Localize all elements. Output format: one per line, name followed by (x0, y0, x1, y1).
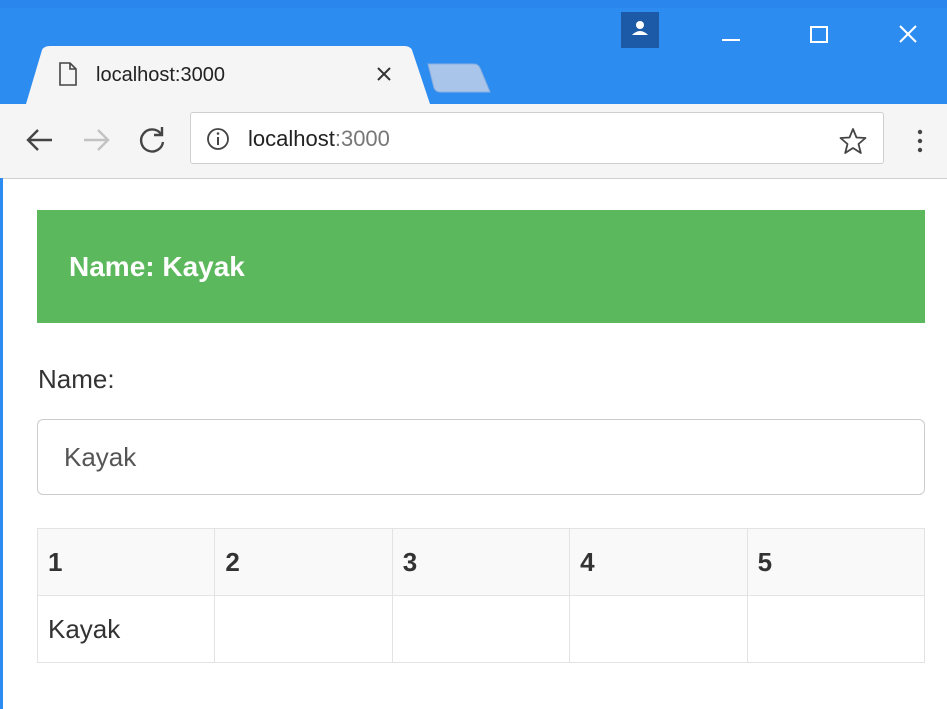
maximize-icon (810, 26, 828, 43)
forward-button[interactable] (76, 120, 116, 160)
table-header-cell: 1 (36, 528, 216, 596)
maximize-button[interactable] (794, 14, 844, 54)
table-cell: Kayak (36, 595, 216, 663)
data-table: 1 2 3 4 5 Kayak (36, 528, 926, 663)
banner-text: Name: Kayak (69, 250, 245, 282)
tab-title: localhost:3000 (96, 64, 225, 86)
profile-button[interactable] (621, 12, 659, 48)
table-cell (214, 595, 393, 663)
new-tab-icon (427, 63, 491, 93)
tab-close-button[interactable] (370, 60, 398, 88)
table-header-cell: 3 (391, 528, 571, 596)
window-close-button[interactable] (884, 14, 934, 54)
table-header-cell: 2 (214, 528, 393, 596)
reload-icon (139, 127, 165, 153)
table-header-cell: 4 (569, 528, 748, 596)
table-header-row: 1 2 3 4 5 (36, 528, 926, 596)
minimize-button[interactable] (706, 14, 756, 54)
back-button[interactable] (20, 120, 60, 160)
page-icon (59, 62, 77, 86)
profile-icon (632, 21, 648, 35)
new-tab-button[interactable] (422, 60, 494, 96)
table-cell (746, 595, 926, 663)
url-host: localhost (248, 126, 335, 151)
close-icon (899, 25, 917, 43)
reload-button[interactable] (132, 120, 172, 160)
menu-icon[interactable] (912, 126, 928, 156)
table-cell (391, 595, 571, 663)
back-arrow-icon (26, 129, 52, 151)
url-text[interactable]: localhost:3000 (248, 126, 390, 152)
table-row: Kayak (36, 595, 926, 663)
close-icon (377, 67, 391, 81)
window-border (0, 178, 3, 709)
url-port: :3000 (334, 126, 390, 151)
table-cell (569, 595, 748, 663)
name-banner: Name: Kayak (37, 210, 925, 323)
star-icon[interactable] (838, 126, 868, 156)
minimize-icon (722, 39, 740, 41)
forward-arrow-icon (84, 129, 110, 151)
name-input[interactable] (37, 419, 925, 495)
table-header-cell: 5 (746, 528, 926, 596)
name-label: Name: (38, 364, 115, 394)
info-icon[interactable] (206, 127, 230, 151)
